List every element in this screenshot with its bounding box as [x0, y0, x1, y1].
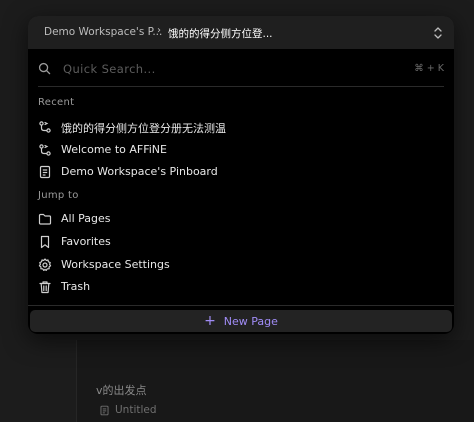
bookmark-icon — [38, 235, 52, 249]
divider — [38, 86, 444, 87]
jump-item-workspace-settings[interactable]: Workspace Settings — [32, 254, 450, 276]
gear-icon — [38, 258, 52, 272]
background-page-title: Untitled — [115, 404, 157, 416]
recent-item[interactable]: Welcome to AFFiNE — [32, 139, 450, 161]
search-bar: ⌘ + K — [28, 49, 454, 87]
divider — [28, 305, 454, 306]
background-page-link: Untitled — [99, 404, 157, 416]
search-icon — [38, 62, 51, 75]
breadcrumb-separator: › — [157, 25, 161, 36]
jump-item-favorites[interactable]: Favorites — [32, 231, 450, 253]
new-page-label: New Page — [223, 314, 278, 328]
section-label-jump-to: Jump to — [38, 190, 79, 201]
recent-item[interactable]: 饿的的得分侧方位登分册无法测温 — [32, 116, 450, 138]
breadcrumb-workspace[interactable]: Demo Workspace's P... — [44, 26, 162, 38]
recent-item-label: 饿的的得分侧方位登分册无法测温 — [61, 122, 226, 135]
quick-search-dialog: Demo Workspace's P... › 饿的的得分侧方位登... ⌘ +… — [28, 16, 454, 334]
chevron-up-down-icon[interactable] — [432, 25, 444, 41]
edgeless-icon — [38, 143, 52, 157]
search-input[interactable] — [61, 59, 395, 79]
jump-item-label: Workspace Settings — [61, 258, 170, 271]
recent-item-label: Demo Workspace's Pinboard — [61, 165, 218, 178]
page-icon — [99, 405, 110, 416]
recent-item[interactable]: Demo Workspace's Pinboard — [32, 161, 450, 183]
edgeless-icon — [38, 120, 52, 134]
recent-item-label: Welcome to AFFiNE — [61, 143, 167, 156]
plus-icon: + — [204, 313, 216, 329]
jump-item-label: Favorites — [61, 235, 111, 248]
folder-icon — [38, 212, 52, 226]
breadcrumb-current-page[interactable]: 饿的的得分侧方位登... — [168, 26, 273, 41]
breadcrumb: Demo Workspace's P... › 饿的的得分侧方位登... — [28, 16, 454, 49]
jump-item-label: All Pages — [61, 212, 111, 225]
background-heading: v的出发点 — [96, 384, 147, 397]
trash-icon — [38, 280, 52, 294]
jump-item-trash[interactable]: Trash — [32, 276, 450, 298]
section-label-recent: Recent — [38, 97, 75, 108]
jump-item-label: Trash — [61, 280, 91, 293]
search-shortcut: ⌘ + K — [414, 63, 444, 74]
page-icon — [38, 165, 52, 179]
new-page-button[interactable]: + New Page — [30, 310, 452, 332]
jump-item-all-pages[interactable]: All Pages — [32, 208, 450, 230]
